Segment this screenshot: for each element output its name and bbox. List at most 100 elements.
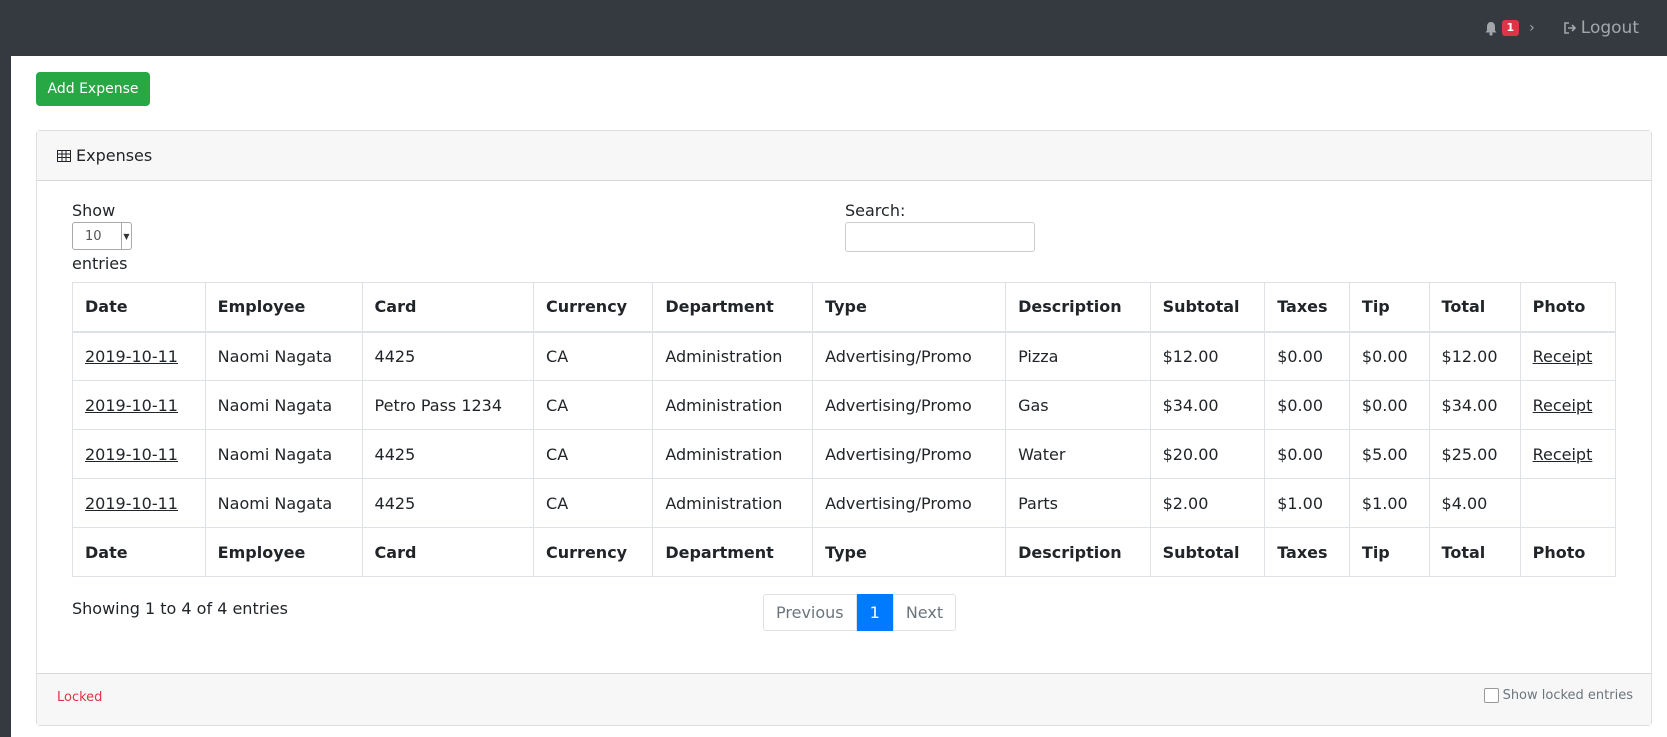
table-cell: Gas — [1005, 380, 1151, 430]
header-row: Date Employee Card Currency Department Type De… — [72, 282, 1617, 333]
table-cell: CA — [533, 478, 654, 528]
receipt-link[interactable]: Receipt — [1533, 445, 1593, 464]
logout-link[interactable]: Logout — [1563, 18, 1639, 38]
column-header[interactable]: Total — [1428, 527, 1521, 577]
column-header[interactable]: Taxes — [1264, 282, 1350, 333]
expenses-card: Expenses Show 10 ▼ entries Search: Date E… — [36, 130, 1652, 726]
show-locked-toggle[interactable]: Show locked entries — [1483, 688, 1633, 703]
column-header[interactable]: Date — [72, 527, 206, 577]
page-length-value: 10 — [85, 228, 102, 244]
sign-out-icon — [1563, 22, 1576, 34]
table-cell: Receipt — [1519, 331, 1617, 381]
add-expense-button[interactable]: Add Expense — [36, 72, 150, 106]
table-cell: Receipt — [1519, 380, 1617, 430]
pagination: Previous 1 Next — [763, 594, 957, 631]
main-content: Add Expense Expenses Show 10 ▼ entries S… — [11, 56, 1667, 737]
search-input[interactable] — [845, 222, 1035, 252]
expenses-table: Date Employee Card Currency Department Type De… — [72, 282, 1617, 577]
search-control: Search: — [845, 201, 1035, 252]
table-foot: Date Employee Card Currency Department Type De… — [72, 527, 1617, 577]
table-row[interactable]: 2019-10-11 Naomi Nagata 4425 CA Administrati… — [72, 429, 1617, 479]
table-cell: Naomi Nagata — [204, 429, 363, 479]
table-cell: Pizza — [1005, 331, 1151, 381]
column-header[interactable]: Employee — [204, 282, 363, 333]
column-header[interactable]: Date — [72, 282, 206, 333]
table-cell: $0.00 — [1348, 331, 1430, 381]
search-label: Search: — [845, 201, 906, 220]
date-link[interactable]: 2019-10-11 — [85, 445, 178, 464]
table-cell: Advertising/Promo — [812, 478, 1007, 528]
table-cell: 2019-10-11 — [72, 478, 206, 528]
table-cell: $4.00 — [1428, 478, 1521, 528]
locked-label: Locked — [57, 690, 103, 705]
table-cell: $12.00 — [1428, 331, 1521, 381]
date-link[interactable]: 2019-10-11 — [85, 396, 178, 415]
column-header[interactable]: Photo — [1519, 282, 1617, 333]
table-cell: $25.00 — [1428, 429, 1521, 479]
receipt-link[interactable]: Receipt — [1533, 396, 1593, 415]
show-locked-checkbox[interactable] — [1483, 688, 1499, 703]
column-header[interactable]: Taxes — [1264, 527, 1350, 577]
column-header[interactable]: Department — [652, 282, 814, 333]
table-cell: 4425 — [361, 478, 535, 528]
column-header[interactable]: Type — [812, 282, 1007, 333]
table-cell: Naomi Nagata — [204, 478, 363, 528]
page-1-button[interactable]: 1 — [856, 594, 893, 631]
date-link[interactable]: 2019-10-11 — [85, 494, 178, 513]
table-cell: 4425 — [361, 429, 535, 479]
column-header[interactable]: Currency — [533, 527, 654, 577]
table-cell: Advertising/Promo — [812, 380, 1007, 430]
card-body: Show 10 ▼ entries Search: Date Employee Ca… — [37, 181, 1651, 675]
column-header[interactable]: Card — [361, 527, 535, 577]
caret-down-icon: ▼ — [121, 223, 131, 249]
table-cell: Naomi Nagata — [204, 331, 363, 381]
column-header[interactable]: Employee — [204, 527, 363, 577]
table-cell: 2019-10-11 — [72, 429, 206, 479]
table-cell: 4425 — [361, 331, 535, 381]
table-cell: $0.00 — [1264, 331, 1350, 381]
page-length-select[interactable]: 10 ▼ — [72, 222, 132, 250]
table-row[interactable]: 2019-10-11 Naomi Nagata Petro Pass 1234 CA A… — [72, 380, 1617, 430]
table-row[interactable]: 2019-10-11 Naomi Nagata 4425 CA Administrati… — [72, 331, 1617, 381]
table-info: Showing 1 to 4 of 4 entries — [72, 599, 288, 618]
table-cell: Water — [1005, 429, 1151, 479]
column-header[interactable]: Photo — [1519, 527, 1617, 577]
column-header[interactable]: Subtotal — [1149, 282, 1266, 333]
table-cell: $0.00 — [1264, 380, 1350, 430]
column-header[interactable]: Subtotal — [1149, 527, 1266, 577]
next-page-button[interactable]: Next — [892, 594, 957, 631]
page-length-control: Show 10 ▼ entries — [72, 201, 132, 273]
table-cell: $0.00 — [1264, 429, 1350, 479]
column-header[interactable]: Department — [652, 527, 814, 577]
logout-label: Logout — [1580, 18, 1639, 38]
table-cell: $0.00 — [1348, 380, 1430, 430]
table-cell: 2019-10-11 — [72, 380, 206, 430]
column-header[interactable]: Currency — [533, 282, 654, 333]
table-cell: Advertising/Promo — [812, 331, 1007, 381]
show-locked-label: Show locked entries — [1502, 688, 1633, 703]
column-header[interactable]: Card — [361, 282, 535, 333]
notification-count-badge: 1 — [1501, 20, 1520, 36]
column-header[interactable]: Description — [1005, 527, 1151, 577]
show-label: Show — [72, 201, 116, 220]
column-header[interactable]: Description — [1005, 282, 1151, 333]
column-header[interactable]: Total — [1428, 282, 1521, 333]
table-cell: Advertising/Promo — [812, 429, 1007, 479]
column-header[interactable]: Type — [812, 527, 1007, 577]
column-header[interactable]: Tip — [1348, 282, 1430, 333]
table-cell: Receipt — [1519, 429, 1617, 479]
table-row[interactable]: 2019-10-11 Naomi Nagata 4425 CA Administrati… — [72, 478, 1617, 528]
chevron-right-icon[interactable]: › — [1529, 20, 1535, 36]
column-header[interactable]: Tip — [1348, 527, 1430, 577]
card-header: Expenses — [37, 131, 1651, 181]
table-cell: CA — [533, 429, 654, 479]
bell-icon — [1485, 21, 1497, 36]
notifications-button[interactable]: 1 — [1484, 20, 1520, 36]
table-body: 2019-10-11 Naomi Nagata 4425 CA Administrati… — [72, 331, 1617, 528]
table-cell: 2019-10-11 — [72, 331, 206, 381]
date-link[interactable]: 2019-10-11 — [85, 347, 178, 366]
previous-page-button[interactable]: Previous — [763, 594, 857, 631]
table-cell: Parts — [1005, 478, 1151, 528]
receipt-link[interactable]: Receipt — [1533, 347, 1593, 366]
table-cell: CA — [533, 331, 654, 381]
